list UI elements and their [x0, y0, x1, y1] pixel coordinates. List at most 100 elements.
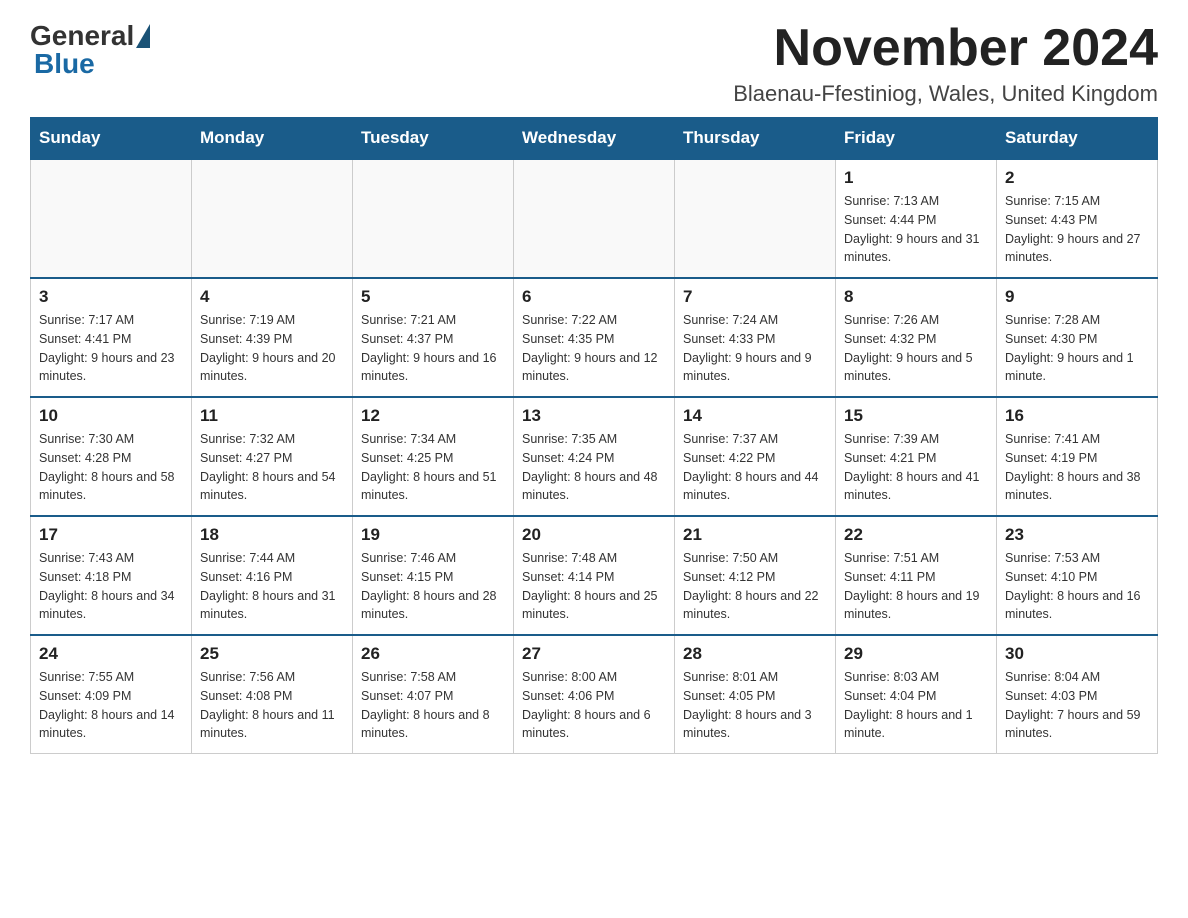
day-info: Sunrise: 7:48 AMSunset: 4:14 PMDaylight:… [522, 549, 666, 624]
calendar-table: SundayMondayTuesdayWednesdayThursdayFrid… [30, 117, 1158, 754]
calendar-day-cell: 16 Sunrise: 7:41 AMSunset: 4:19 PMDayligh… [997, 397, 1158, 516]
calendar-day-cell: 19 Sunrise: 7:46 AMSunset: 4:15 PMDayligh… [353, 516, 514, 635]
calendar-day-cell: 9 Sunrise: 7:28 AMSunset: 4:30 PMDaylight… [997, 278, 1158, 397]
day-info: Sunrise: 7:50 AMSunset: 4:12 PMDaylight:… [683, 549, 827, 624]
day-number: 9 [1005, 287, 1149, 307]
weekday-header-monday: Monday [192, 118, 353, 160]
calendar-day-cell: 12Sunrise: 7:34 AMSunset: 4:25 PMDayligh… [353, 397, 514, 516]
day-number: 20 [522, 525, 666, 545]
calendar-day-cell [31, 159, 192, 278]
day-number: 19 [361, 525, 505, 545]
day-info: Sunrise: 7:41 AMSunset: 4:19 PMDaylight:… [1005, 430, 1149, 505]
day-number: 28 [683, 644, 827, 664]
calendar-day-cell: 15 Sunrise: 7:39 AMSunset: 4:21 PMDayligh… [836, 397, 997, 516]
logo-area: General Blue [30, 20, 152, 80]
weekday-header-wednesday: Wednesday [514, 118, 675, 160]
calendar-week-row: 3 Sunrise: 7:17 AMSunset: 4:41 PMDaylight… [31, 278, 1158, 397]
day-info: Sunrise: 7:26 AMSunset: 4:32 PMDaylight:… [844, 311, 988, 386]
calendar-day-cell: 21 Sunrise: 7:50 AMSunset: 4:12 PMDayligh… [675, 516, 836, 635]
weekday-header-friday: Friday [836, 118, 997, 160]
day-number: 11 [200, 406, 344, 426]
day-info: Sunrise: 7:32 AMSunset: 4:27 PMDaylight:… [200, 430, 344, 505]
day-number: 22 [844, 525, 988, 545]
day-number: 27 [522, 644, 666, 664]
calendar-day-cell: 4 Sunrise: 7:19 AMSunset: 4:39 PMDaylight… [192, 278, 353, 397]
day-number: 15 [844, 406, 988, 426]
calendar-day-cell [514, 159, 675, 278]
day-info: Sunrise: 7:28 AMSunset: 4:30 PMDaylight:… [1005, 311, 1149, 386]
calendar-day-cell [192, 159, 353, 278]
day-info: Sunrise: 7:43 AMSunset: 4:18 PMDaylight:… [39, 549, 183, 624]
calendar-day-cell: 22 Sunrise: 7:51 AMSunset: 4:11 PMDayligh… [836, 516, 997, 635]
day-info: Sunrise: 7:37 AMSunset: 4:22 PMDaylight:… [683, 430, 827, 505]
calendar-day-cell: 20 Sunrise: 7:48 AMSunset: 4:14 PMDayligh… [514, 516, 675, 635]
calendar-day-cell: 8Sunrise: 7:26 AMSunset: 4:32 PMDaylight… [836, 278, 997, 397]
day-number: 16 [1005, 406, 1149, 426]
day-info: Sunrise: 7:30 AMSunset: 4:28 PMDaylight:… [39, 430, 183, 505]
day-number: 23 [1005, 525, 1149, 545]
calendar-day-cell: 7 Sunrise: 7:24 AMSunset: 4:33 PMDaylight… [675, 278, 836, 397]
weekday-header-thursday: Thursday [675, 118, 836, 160]
day-number: 30 [1005, 644, 1149, 664]
day-number: 3 [39, 287, 183, 307]
weekday-header-tuesday: Tuesday [353, 118, 514, 160]
day-info: Sunrise: 7:58 AMSunset: 4:07 PMDaylight:… [361, 668, 505, 743]
day-info: Sunrise: 7:24 AMSunset: 4:33 PMDaylight:… [683, 311, 827, 386]
day-number: 2 [1005, 168, 1149, 188]
calendar-day-cell: 26 Sunrise: 7:58 AMSunset: 4:07 PMDayligh… [353, 635, 514, 754]
calendar-day-cell: 17 Sunrise: 7:43 AMSunset: 4:18 PMDayligh… [31, 516, 192, 635]
day-info: Sunrise: 7:56 AMSunset: 4:08 PMDaylight:… [200, 668, 344, 743]
day-number: 6 [522, 287, 666, 307]
day-info: Sunrise: 7:55 AMSunset: 4:09 PMDaylight:… [39, 668, 183, 743]
calendar-day-cell: 14 Sunrise: 7:37 AMSunset: 4:22 PMDayligh… [675, 397, 836, 516]
calendar-day-cell: 18 Sunrise: 7:44 AMSunset: 4:16 PMDayligh… [192, 516, 353, 635]
day-number: 17 [39, 525, 183, 545]
calendar-day-cell: 11 Sunrise: 7:32 AMSunset: 4:27 PMDayligh… [192, 397, 353, 516]
day-info: Sunrise: 7:17 AMSunset: 4:41 PMDaylight:… [39, 311, 183, 386]
calendar-day-cell: 10 Sunrise: 7:30 AMSunset: 4:28 PMDayligh… [31, 397, 192, 516]
day-info: Sunrise: 7:21 AMSunset: 4:37 PMDaylight:… [361, 311, 505, 386]
day-info: Sunrise: 7:53 AMSunset: 4:10 PMDaylight:… [1005, 549, 1149, 624]
calendar-day-cell: 29 Sunrise: 8:03 AMSunset: 4:04 PMDayligh… [836, 635, 997, 754]
calendar-day-cell: 25Sunrise: 7:56 AMSunset: 4:08 PMDayligh… [192, 635, 353, 754]
day-info: Sunrise: 8:03 AMSunset: 4:04 PMDaylight:… [844, 668, 988, 743]
month-title: November 2024 [733, 20, 1158, 77]
day-info: Sunrise: 7:19 AMSunset: 4:39 PMDaylight:… [200, 311, 344, 386]
day-info: Sunrise: 7:39 AMSunset: 4:21 PMDaylight:… [844, 430, 988, 505]
day-number: 29 [844, 644, 988, 664]
weekday-header-row: SundayMondayTuesdayWednesdayThursdayFrid… [31, 118, 1158, 160]
day-info: Sunrise: 7:46 AMSunset: 4:15 PMDaylight:… [361, 549, 505, 624]
calendar-day-cell [675, 159, 836, 278]
page-header: General Blue November 2024 Blaenau-Ffest… [30, 20, 1158, 107]
day-info: Sunrise: 7:15 AMSunset: 4:43 PMDaylight:… [1005, 192, 1149, 267]
day-number: 7 [683, 287, 827, 307]
day-info: Sunrise: 7:34 AMSunset: 4:25 PMDaylight:… [361, 430, 505, 505]
day-info: Sunrise: 8:04 AMSunset: 4:03 PMDaylight:… [1005, 668, 1149, 743]
day-info: Sunrise: 7:13 AMSunset: 4:44 PMDaylight:… [844, 192, 988, 267]
day-number: 21 [683, 525, 827, 545]
day-number: 24 [39, 644, 183, 664]
day-number: 14 [683, 406, 827, 426]
day-info: Sunrise: 7:35 AMSunset: 4:24 PMDaylight:… [522, 430, 666, 505]
calendar-day-cell: 1Sunrise: 7:13 AMSunset: 4:44 PMDaylight… [836, 159, 997, 278]
day-number: 18 [200, 525, 344, 545]
calendar-week-row: 17 Sunrise: 7:43 AMSunset: 4:18 PMDayligh… [31, 516, 1158, 635]
calendar-day-cell: 3 Sunrise: 7:17 AMSunset: 4:41 PMDaylight… [31, 278, 192, 397]
calendar-day-cell: 23 Sunrise: 7:53 AMSunset: 4:10 PMDayligh… [997, 516, 1158, 635]
day-number: 10 [39, 406, 183, 426]
calendar-day-cell: 28Sunrise: 8:01 AMSunset: 4:05 PMDayligh… [675, 635, 836, 754]
calendar-day-cell: 2 Sunrise: 7:15 AMSunset: 4:43 PMDaylight… [997, 159, 1158, 278]
logo-triangle-icon [136, 24, 150, 48]
day-info: Sunrise: 8:00 AMSunset: 4:06 PMDaylight:… [522, 668, 666, 743]
day-number: 5 [361, 287, 505, 307]
day-number: 4 [200, 287, 344, 307]
calendar-week-row: 1Sunrise: 7:13 AMSunset: 4:44 PMDaylight… [31, 159, 1158, 278]
day-info: Sunrise: 7:51 AMSunset: 4:11 PMDaylight:… [844, 549, 988, 624]
day-info: Sunrise: 7:22 AMSunset: 4:35 PMDaylight:… [522, 311, 666, 386]
weekday-header-sunday: Sunday [31, 118, 192, 160]
logo-blue-text: Blue [34, 48, 95, 79]
day-number: 26 [361, 644, 505, 664]
title-area: November 2024 Blaenau-Ffestiniog, Wales,… [733, 20, 1158, 107]
day-info: Sunrise: 7:44 AMSunset: 4:16 PMDaylight:… [200, 549, 344, 624]
calendar-week-row: 24 Sunrise: 7:55 AMSunset: 4:09 PMDayligh… [31, 635, 1158, 754]
